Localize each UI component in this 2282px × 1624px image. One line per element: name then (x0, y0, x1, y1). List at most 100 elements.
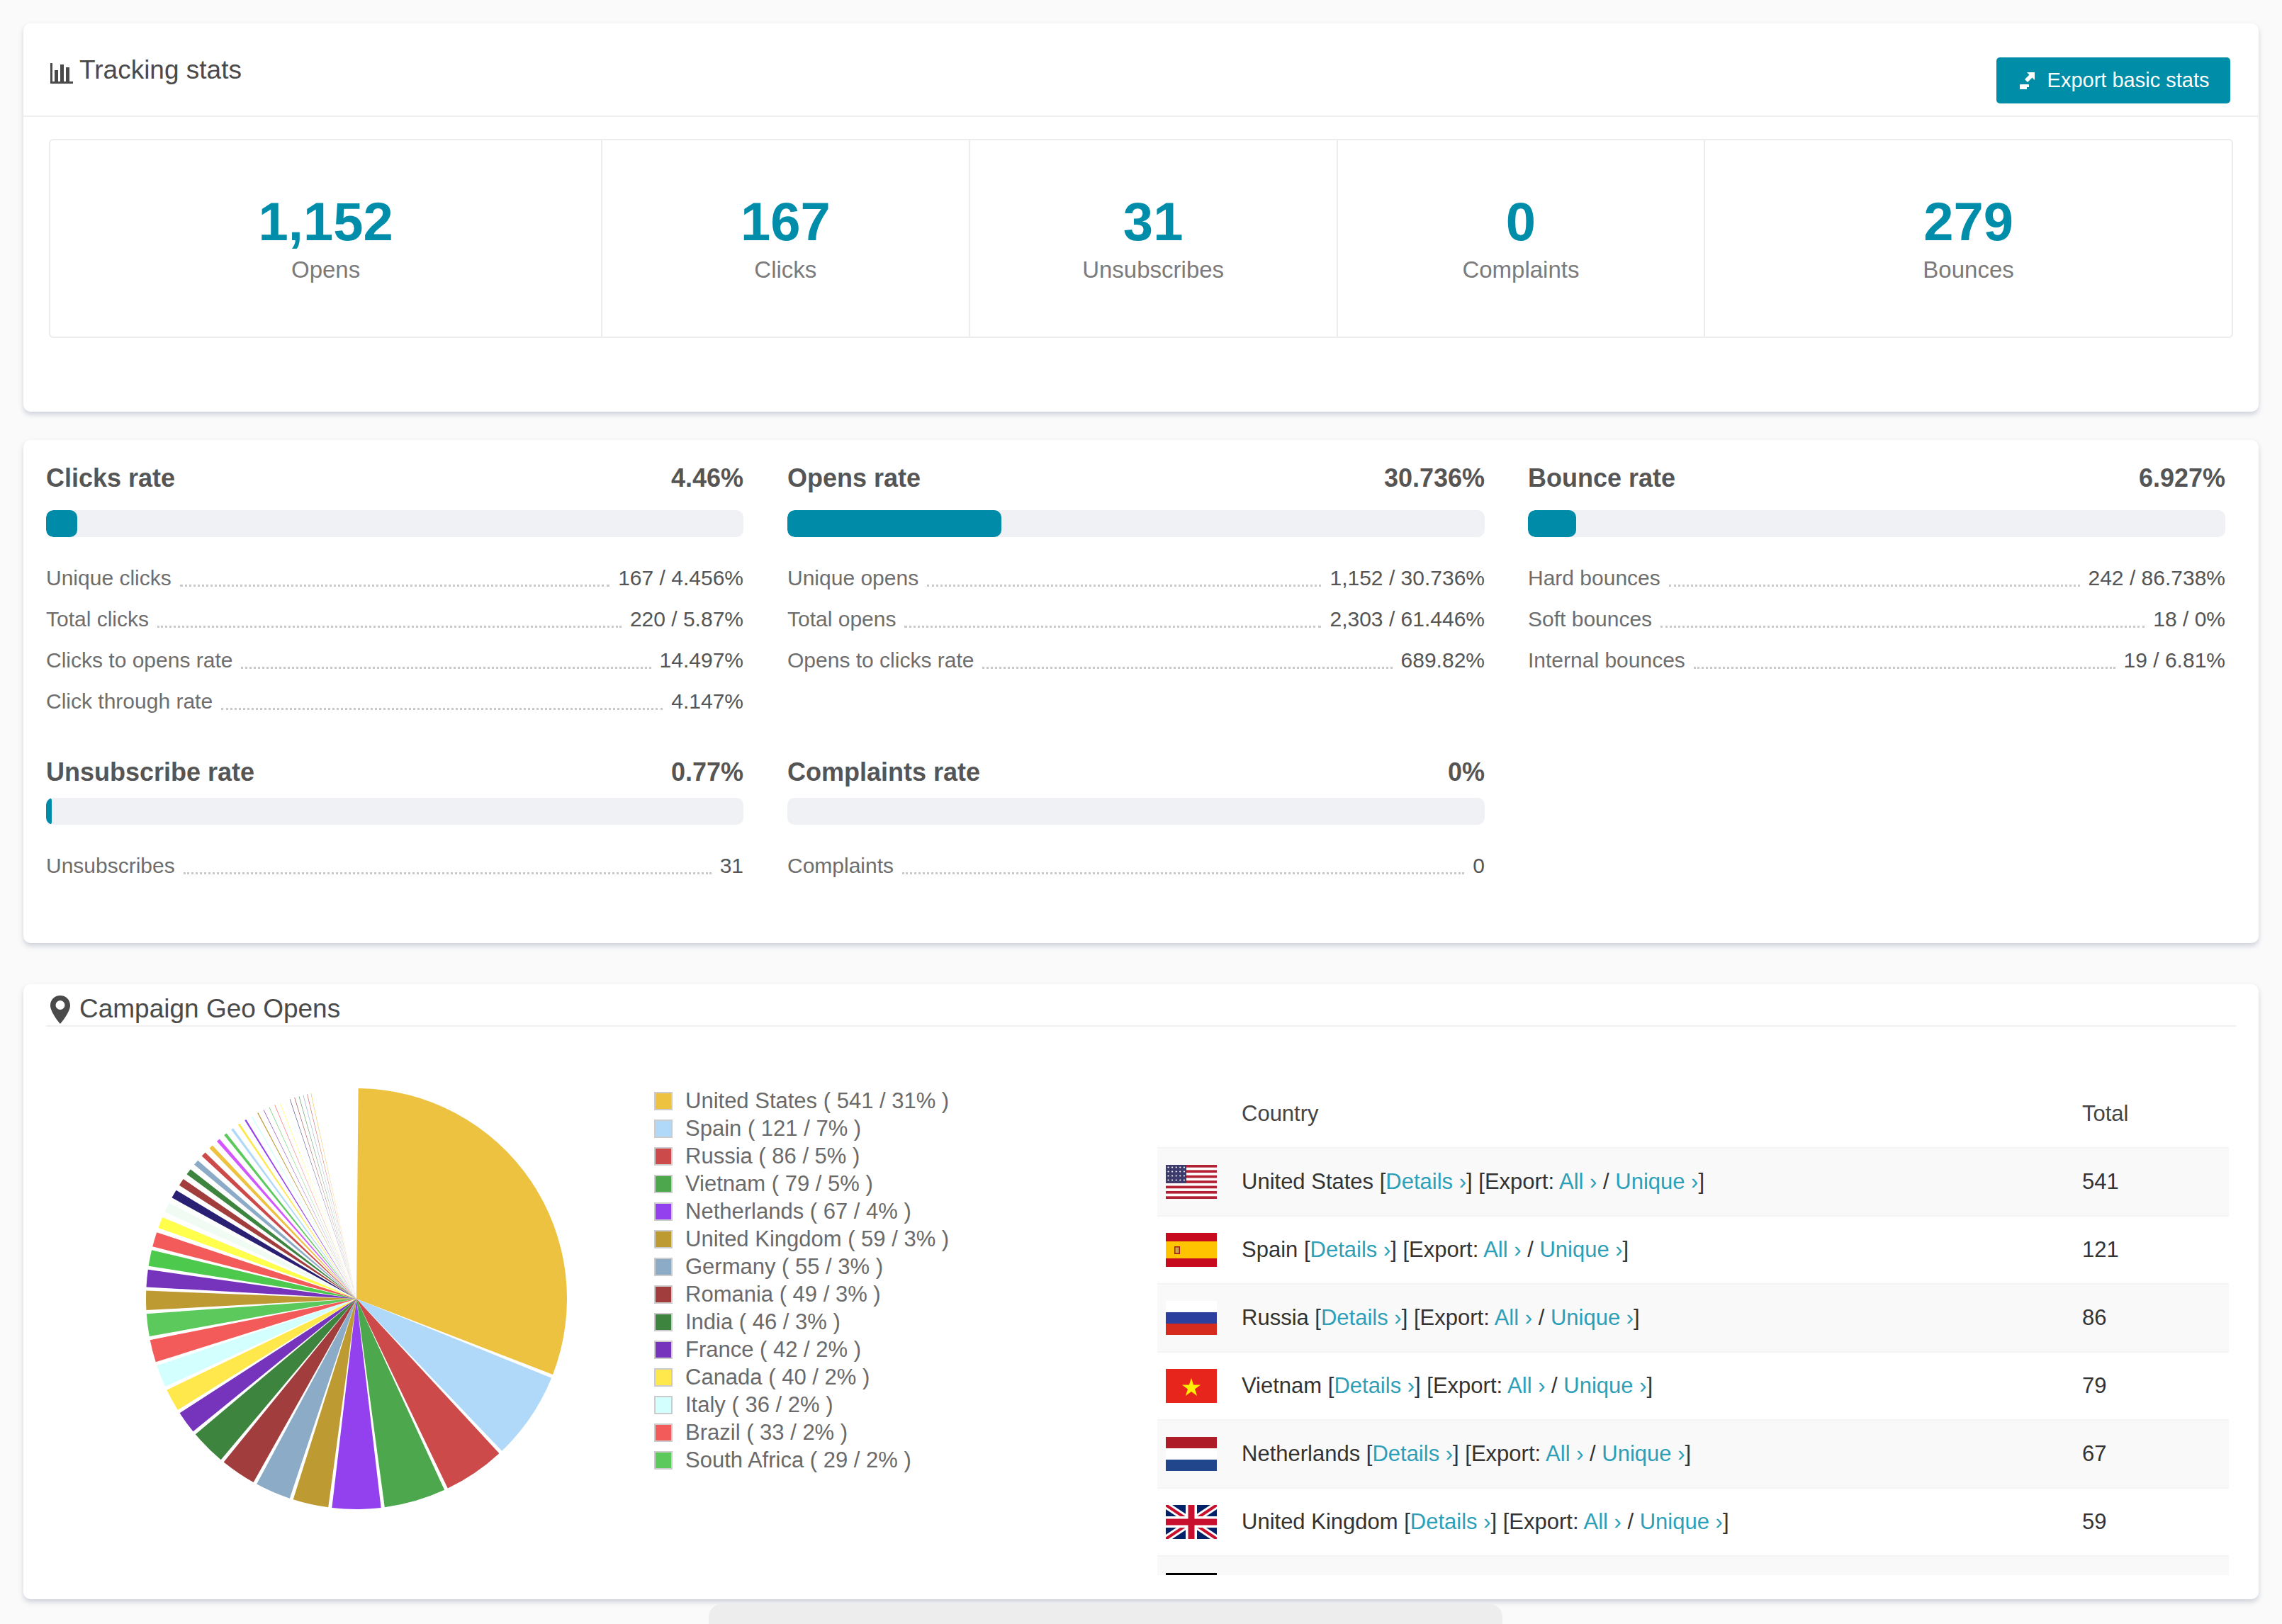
stat-label: Clicks (754, 257, 816, 283)
stat-value: 279 (1923, 195, 2013, 249)
details-link[interactable]: Details › (1372, 1441, 1453, 1466)
rate-row: Opens to clicks rate689.82% (787, 640, 1485, 681)
rate-progress-bar (46, 510, 743, 537)
flag-icon-de (1166, 1573, 1217, 1575)
export-basic-stats-button[interactable]: Export basic stats (1996, 57, 2230, 103)
export-all-link[interactable]: All › (1507, 1373, 1545, 1398)
legend-item[interactable]: India ( 46 / 3% ) (654, 1313, 949, 1331)
legend-label: Vietnam ( 79 / 5% ) (685, 1171, 873, 1197)
rate-title: Complaints rate (787, 757, 980, 788)
geo-section-title: Campaign Geo Opens (79, 993, 340, 1025)
export-label: Export: (1509, 1509, 1578, 1534)
rate-row-label: Unsubscribes (46, 854, 175, 878)
legend-item[interactable]: South Africa ( 29 / 2% ) (654, 1451, 949, 1470)
legend-item[interactable]: France ( 42 / 2% ) (654, 1341, 949, 1359)
legend-item[interactable]: Germany ( 55 / 3% ) (654, 1258, 949, 1276)
total-cell: 121 (2082, 1237, 2119, 1263)
export-unique-link[interactable]: Unique › (1615, 1169, 1698, 1194)
geo-opens-pie-chart[interactable] (144, 1086, 569, 1511)
export-unique-link[interactable]: Unique › (1539, 1237, 1622, 1262)
details-link[interactable]: Details › (1386, 1169, 1466, 1194)
rate-row-value: 0 (1473, 854, 1485, 878)
rate-value: 0% (1448, 757, 1485, 788)
legend-swatch (654, 1092, 673, 1110)
rate-row-label: Unique clicks (46, 566, 172, 590)
details-link[interactable]: Details › (1410, 1509, 1491, 1534)
export-unique-link[interactable]: Unique › (1563, 1373, 1646, 1398)
country-cell: Spain [Details ›] [Export: All › / Uniqu… (1242, 1237, 1629, 1263)
bar-chart-icon (49, 59, 74, 86)
dotted-leader (184, 872, 712, 874)
rate-heading: Bounce rate6.927% (1528, 463, 2225, 494)
rate-row-value: 14.497% (660, 648, 743, 672)
header-divider (23, 115, 2259, 117)
export-label: Export: (1433, 1373, 1502, 1398)
legend-item[interactable]: United States ( 541 / 31% ) (654, 1092, 949, 1110)
legend-label: United Kingdom ( 59 / 3% ) (685, 1227, 949, 1252)
stat-label: Complaints (1462, 257, 1579, 283)
export-label: Export: (1420, 1305, 1490, 1330)
rate-row-value: 220 / 5.87% (630, 607, 743, 631)
geo-table-row-vn: Vietnam [Details ›] [Export: All › / Uni… (1157, 1353, 2229, 1421)
legend-item[interactable]: Canada ( 40 / 2% ) (654, 1368, 949, 1387)
legend-item[interactable]: Italy ( 36 / 2% ) (654, 1396, 949, 1414)
export-all-link[interactable]: All › (1546, 1441, 1583, 1466)
legend-item[interactable]: Russia ( 86 / 5% ) (654, 1147, 949, 1166)
rate-row-label: Soft bounces (1528, 607, 1652, 631)
export-all-link[interactable]: All › (1559, 1169, 1597, 1194)
legend-label: Germany ( 55 / 3% ) (685, 1254, 883, 1280)
export-button-label: Export basic stats (2047, 69, 2210, 92)
details-link[interactable]: Details › (1310, 1237, 1391, 1262)
geo-table-row-ru: Russia [Details ›] [Export: All › / Uniq… (1157, 1285, 2229, 1353)
legend-item[interactable]: Brazil ( 33 / 2% ) (654, 1423, 949, 1442)
rate-row-label: Total opens (787, 607, 896, 631)
total-cell: 541 (2082, 1169, 2119, 1195)
geo-table-row-es: Spain [Details ›] [Export: All › / Uniqu… (1157, 1217, 2229, 1285)
export-unique-link[interactable]: Unique › (1551, 1305, 1634, 1330)
rate-row-value: 1,152 / 30.736% (1330, 566, 1485, 590)
rate-row: Soft bounces18 / 0% (1528, 599, 2225, 640)
rate-row: Unique opens1,152 / 30.736% (787, 558, 1485, 599)
legend-label: India ( 46 / 3% ) (685, 1309, 841, 1335)
dotted-leader (1694, 667, 2115, 669)
rate-row-label: Clicks to opens rate (46, 648, 232, 672)
rate-group-complaints-rate: Complaints rate0%Complaints0 (787, 757, 1485, 886)
stat-cell-bounces: 279 Bounces (1704, 140, 2232, 337)
stat-value: 31 (1123, 195, 1184, 249)
next-section-peek (709, 1604, 1502, 1624)
legend-item[interactable]: Romania ( 49 / 3% ) (654, 1285, 949, 1304)
rate-title: Clicks rate (46, 463, 175, 494)
geo-table-row-us: United States [Details ›] [Export: All ›… (1157, 1149, 2229, 1217)
stat-value: 0 (1506, 195, 1536, 249)
legend-item[interactable]: Vietnam ( 79 / 5% ) (654, 1175, 949, 1193)
stat-cell-complaints: 0 Complaints (1337, 140, 1704, 337)
export-all-link[interactable]: All › (1495, 1305, 1532, 1330)
export-all-link[interactable]: All › (1583, 1509, 1621, 1534)
rate-value: 30.736% (1384, 463, 1485, 494)
rate-row: Total opens 2,303 / 61.446% (787, 599, 1485, 640)
legend-item[interactable]: Spain ( 121 / 7% ) (654, 1120, 949, 1138)
legend-label: Canada ( 40 / 2% ) (685, 1365, 870, 1390)
export-unique-link[interactable]: Unique › (1640, 1509, 1723, 1534)
rate-row: Clicks to opens rate 14.497% (46, 640, 743, 681)
rate-row: Hard bounces242 / 86.738% (1528, 558, 2225, 599)
campaign-geo-opens-card: Campaign Geo Opens United States ( 541 /… (23, 984, 2259, 1599)
dotted-leader (927, 585, 1321, 587)
rate-row-value: 242 / 86.738% (2089, 566, 2226, 590)
stat-summary-box: 1,152Opens167Clicks31Unsubscribes0Compla… (49, 139, 2233, 338)
legend-item[interactable]: United Kingdom ( 59 / 3% ) (654, 1230, 949, 1248)
page-title: Tracking stats (79, 55, 242, 86)
rate-heading: Clicks rate4.46% (46, 463, 743, 494)
export-unique-link[interactable]: Unique › (1602, 1441, 1685, 1466)
rate-row-value: 2,303 / 61.446% (1330, 607, 1485, 631)
rate-row: Click through rate4.147% (46, 681, 743, 722)
export-all-link[interactable]: All › (1483, 1237, 1521, 1262)
country-cell: Netherlands [Details ›] [Export: All › /… (1242, 1441, 1691, 1467)
details-link[interactable]: Details › (1334, 1373, 1415, 1398)
country-cell: Vietnam [Details ›] [Export: All › / Uni… (1242, 1373, 1653, 1399)
stat-label: Bounces (1923, 257, 2013, 283)
legend-swatch (654, 1175, 673, 1193)
rate-row: Total clicks220 / 5.87% (46, 599, 743, 640)
legend-item[interactable]: Netherlands ( 67 / 4% ) (654, 1202, 949, 1221)
details-link[interactable]: Details › (1321, 1305, 1402, 1330)
